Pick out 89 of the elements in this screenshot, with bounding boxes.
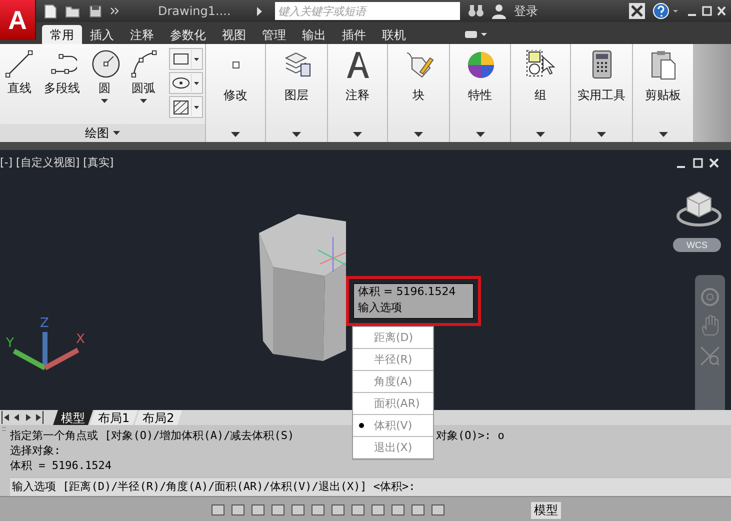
status-toggle-icon[interactable] (310, 503, 326, 517)
hatch-icon (171, 98, 191, 116)
layout-tab[interactable]: 模型 (53, 410, 93, 425)
status-toggle-icon[interactable] (350, 503, 366, 517)
status-toggle-icon[interactable] (230, 503, 246, 517)
square-icon (232, 61, 240, 69)
help-icon[interactable] (653, 3, 679, 19)
caret-icon (191, 98, 201, 116)
play-icon[interactable] (256, 6, 263, 16)
ribbon-panel-button[interactable]: 注释 (342, 50, 372, 104)
draw-small-button[interactable] (169, 48, 203, 70)
ribbon-panel-button[interactable]: 特性 (465, 50, 495, 104)
open-folder-icon[interactable] (65, 4, 81, 18)
layout-tab[interactable]: 布局1 (90, 410, 138, 425)
ribbon-tab[interactable]: 输出 (294, 25, 334, 44)
command-history-text: 指定第一个角点或 [对象(O)/增加体积(A)/减去体积(S) (10, 428, 294, 443)
arc-icon (128, 48, 158, 78)
ribbon-panel-button[interactable]: 组 (526, 50, 556, 104)
caret-icon (191, 74, 201, 92)
ribbon-tab[interactable]: 管理 (254, 25, 294, 44)
save-icon[interactable] (89, 4, 102, 18)
ribbon-panel-button[interactable]: 块 (404, 50, 434, 104)
status-toggle-icon[interactable] (330, 503, 346, 517)
sign-in-link[interactable]: 登录 (514, 2, 538, 20)
panel-title: 绘图 (85, 124, 109, 142)
ribbon-tab[interactable]: 参数化 (162, 25, 214, 44)
more-icon[interactable] (110, 7, 120, 15)
command-input[interactable]: 输入选项 [距离(D)/半径(R)/角度(A)/面积(AR)/体积(V)/退出(X)] <体积>: (10, 477, 731, 496)
window-controls-icon[interactable] (687, 5, 727, 17)
exchange-icon[interactable] (629, 3, 645, 19)
layout-tab[interactable]: 布局2 (134, 410, 182, 425)
search-field[interactable]: 键入关键字或短语 (275, 2, 460, 20)
caret-icon[interactable] (476, 132, 484, 137)
ribbon-tab[interactable]: 插件 (334, 25, 374, 44)
caret-icon[interactable] (658, 132, 668, 137)
status-toggle-icon[interactable] (410, 503, 426, 517)
caret-icon[interactable] (231, 132, 240, 137)
circle-icon (90, 48, 120, 78)
menu-item[interactable]: 距离(D) (353, 327, 433, 349)
user-icon[interactable] (492, 4, 506, 18)
ribbon-panel-button[interactable]: 实用工具 (578, 50, 626, 104)
ribbon-tab[interactable]: 注释 (122, 25, 162, 44)
status-toggle-icon[interactable] (430, 503, 446, 517)
command-history-text: 选择对象: (10, 443, 61, 458)
draw-tool-button[interactable]: 圆弧 (124, 48, 163, 124)
tooltip-text: 体积 = 5196.1524 (358, 284, 457, 300)
tooltip-text: 输入选项 (358, 300, 403, 316)
ribbon-tab[interactable]: 插入 (82, 25, 122, 44)
menu-item[interactable]: 体积(V) (353, 415, 433, 437)
status-toggle-icon[interactable] (390, 503, 406, 517)
draw-tool-button[interactable]: 多段线 (39, 48, 85, 124)
file-name: Drawing1.... (158, 4, 232, 18)
menu-item[interactable]: 半径(R) (353, 349, 433, 371)
ribbon-panel-button[interactable]: 图层 (282, 50, 312, 104)
new-file-icon[interactable] (44, 4, 57, 18)
line-icon (4, 48, 34, 78)
draw-small-button[interactable] (169, 96, 203, 118)
command-history-text: 对象(O)>: o (436, 428, 506, 443)
draw-small-button[interactable] (169, 72, 203, 94)
caret-icon (191, 50, 201, 68)
ribbon-tab[interactable]: 联机 (374, 25, 414, 44)
status-toggle-icon[interactable] (290, 503, 306, 517)
ribbon-panel-button[interactable]: 修改 (224, 50, 248, 104)
menu-item[interactable]: 面积(AR) (353, 393, 433, 415)
status-toggle-icon[interactable] (210, 503, 226, 517)
model-space-button[interactable]: 模型 (531, 502, 561, 518)
ribbon-toggle-icon[interactable] (464, 29, 488, 39)
draw-tool-button[interactable]: 直线 (0, 48, 39, 124)
caret-icon[interactable] (292, 132, 301, 137)
caret-icon[interactable] (113, 131, 120, 135)
viewport-controls-icon[interactable] (676, 157, 720, 169)
caret-icon[interactable] (353, 132, 362, 137)
draw-tool-button[interactable]: 圆 (85, 48, 124, 124)
status-toggle-icon[interactable] (270, 503, 286, 517)
ribbon-panel-button[interactable]: 剪贴板 (645, 50, 681, 104)
menu-item[interactable]: 退出(X) (353, 437, 433, 459)
app-logo[interactable]: A (0, 0, 36, 40)
viewport-label[interactable]: [-] [自定义视图] [真实] (0, 155, 114, 170)
ribbon-tab[interactable]: 视图 (214, 25, 254, 44)
properties-icon (465, 50, 495, 80)
binoculars-icon[interactable] (468, 4, 484, 18)
status-toggle-icon[interactable] (250, 503, 266, 517)
caret-icon[interactable] (414, 132, 423, 137)
status-toggle-icon[interactable] (370, 503, 386, 517)
menu-item[interactable]: 角度(A) (353, 371, 433, 393)
command-history-text: 体积 = 5196.1524 (10, 458, 112, 473)
ribbon-tab[interactable]: 常用 (42, 25, 82, 44)
caret-icon[interactable] (597, 132, 606, 137)
caret-icon[interactable] (536, 132, 545, 137)
